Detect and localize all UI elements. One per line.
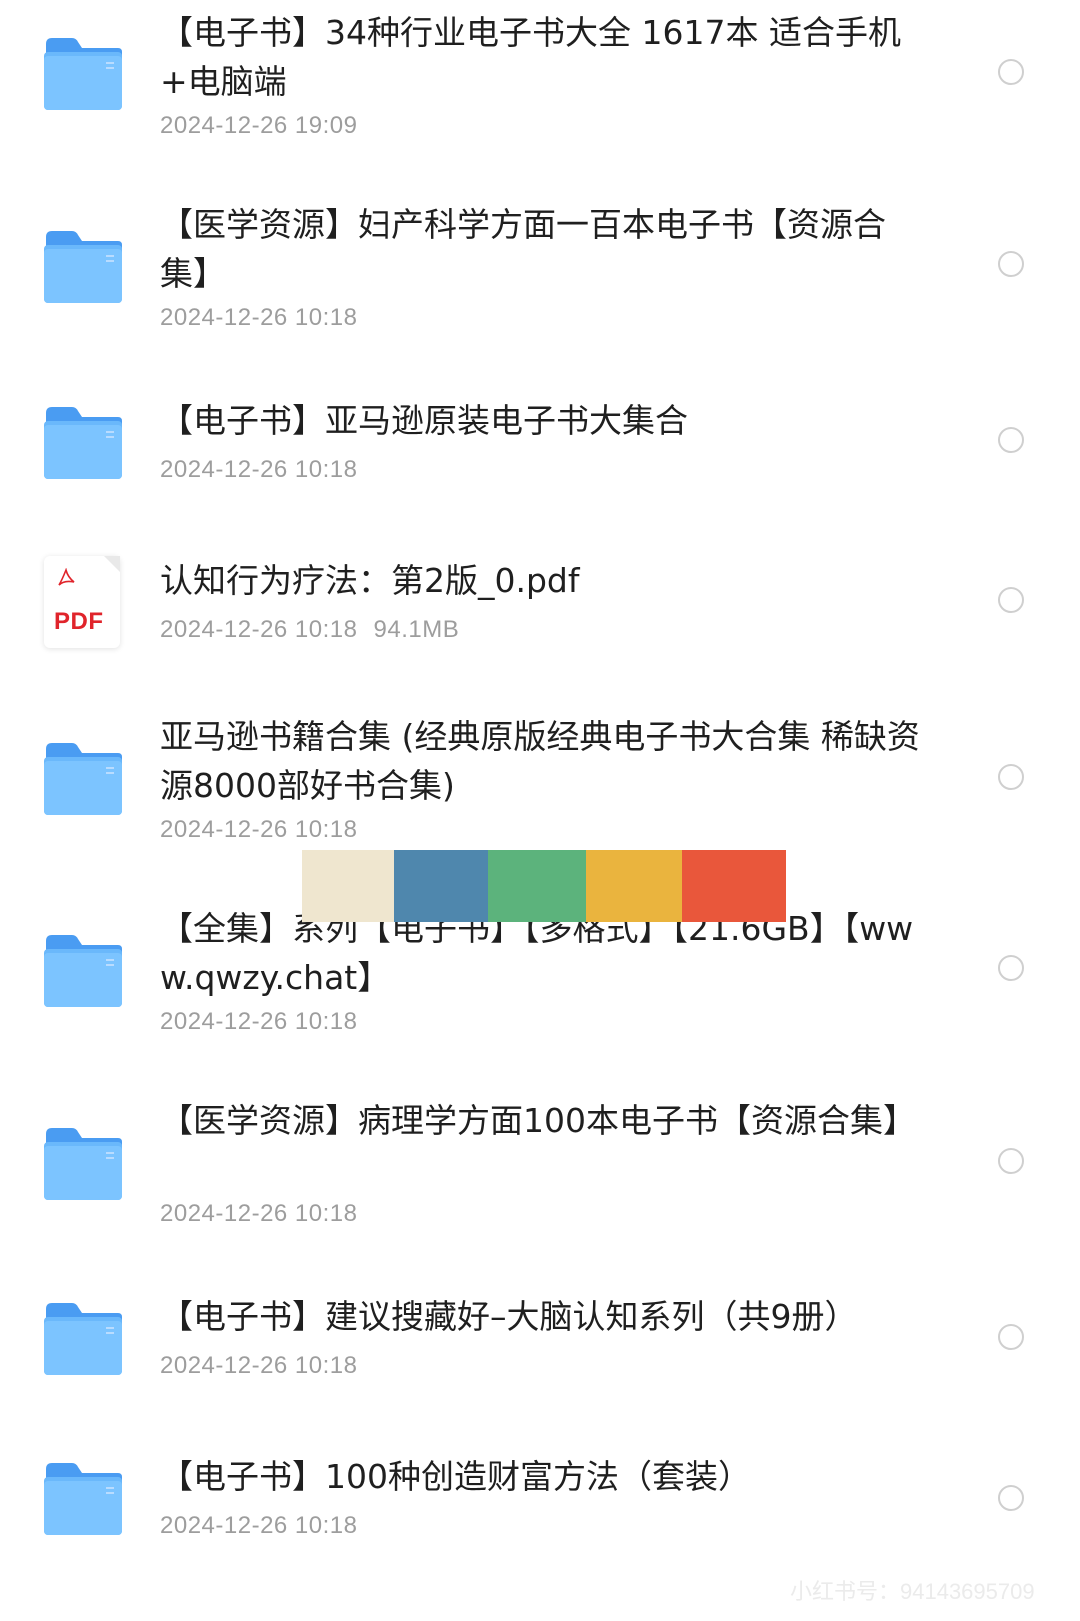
pdf-label: PDF xyxy=(54,608,104,635)
file-date: 2024-12-26 10:18 xyxy=(160,1200,358,1227)
page-corner xyxy=(104,556,120,572)
file-date: 2024-12-26 10:18 xyxy=(160,616,358,643)
file-date: 2024-12-26 10:18 xyxy=(160,1352,358,1379)
select-radio[interactable] xyxy=(998,251,1024,277)
folder-icon xyxy=(42,36,124,112)
file-meta: 2024-12-26 10:18 xyxy=(160,1352,358,1380)
pdf-file-icon: PDF xyxy=(44,556,120,648)
file-meta: 2024-12-26 10:18 xyxy=(160,1512,358,1540)
file-name[interactable]: 【电子书】34种行业电子书大全 1617本 适合手机+电脑端 xyxy=(160,8,920,106)
select-radio[interactable] xyxy=(998,59,1024,85)
file-name[interactable]: 【电子书】100种创造财富方法（套装） xyxy=(160,1452,920,1501)
file-meta: 2024-12-26 10:18 xyxy=(160,456,358,484)
file-date: 2024-12-26 10:18 xyxy=(160,1512,358,1539)
folder-icon xyxy=(42,1461,124,1537)
file-meta: 2024-12-26 10:18 xyxy=(160,1200,358,1228)
select-radio[interactable] xyxy=(998,587,1024,613)
stripe-block xyxy=(488,850,588,922)
file-size: 94.1MB xyxy=(373,616,460,643)
folder-icon xyxy=(42,1301,124,1377)
file-meta: 2024-12-26 19:09 xyxy=(160,112,358,140)
acrobat-mark-icon xyxy=(58,568,75,586)
file-date: 2024-12-26 10:18 xyxy=(160,304,358,331)
file-name[interactable]: 认知行为疗法：第2版_0.pdf xyxy=(160,556,920,605)
select-radio[interactable] xyxy=(998,1485,1024,1511)
file-name[interactable]: 【电子书】亚马逊原装电子书大集合 xyxy=(160,396,920,445)
folder-icon xyxy=(42,229,124,305)
file-date: 2024-12-26 10:18 xyxy=(160,816,358,843)
folder-icon xyxy=(42,1126,124,1202)
select-radio[interactable] xyxy=(998,764,1024,790)
file-name[interactable]: 【医学资源】妇产科学方面一百本电子书【资源合集】 xyxy=(160,200,920,298)
file-date: 2024-12-26 19:09 xyxy=(160,112,358,139)
folder-icon xyxy=(42,405,124,481)
select-radio[interactable] xyxy=(998,955,1024,981)
file-meta: 2024-12-26 10:18 xyxy=(160,1008,358,1036)
file-name[interactable]: 【医学资源】病理学方面100本电子书【资源合集】 xyxy=(160,1096,920,1145)
stripe-block xyxy=(394,850,490,922)
watermark: 小红书号：94143695709 xyxy=(790,1579,1035,1604)
file-meta: 2024-12-26 10:18 94.1MB xyxy=(160,616,459,644)
select-radio[interactable] xyxy=(998,1148,1024,1174)
file-meta: 2024-12-26 10:18 xyxy=(160,304,358,332)
file-date: 2024-12-26 10:18 xyxy=(160,1008,358,1035)
folder-icon xyxy=(42,933,124,1009)
file-meta: 2024-12-26 10:18 xyxy=(160,816,358,844)
select-radio[interactable] xyxy=(998,1324,1024,1350)
file-name[interactable]: 【电子书】建议搜藏好–大脑认知系列（共9册） xyxy=(160,1292,920,1341)
folder-icon xyxy=(42,741,124,817)
file-date: 2024-12-26 10:18 xyxy=(160,456,358,483)
stripe-block xyxy=(302,850,396,922)
file-name[interactable]: 亚马逊书籍合集 (经典原版经典电子书大合集 稀缺资源8000部好书合集) xyxy=(160,712,920,810)
stripe-block xyxy=(682,850,786,922)
select-radio[interactable] xyxy=(998,427,1024,453)
stripe-block xyxy=(586,850,684,922)
